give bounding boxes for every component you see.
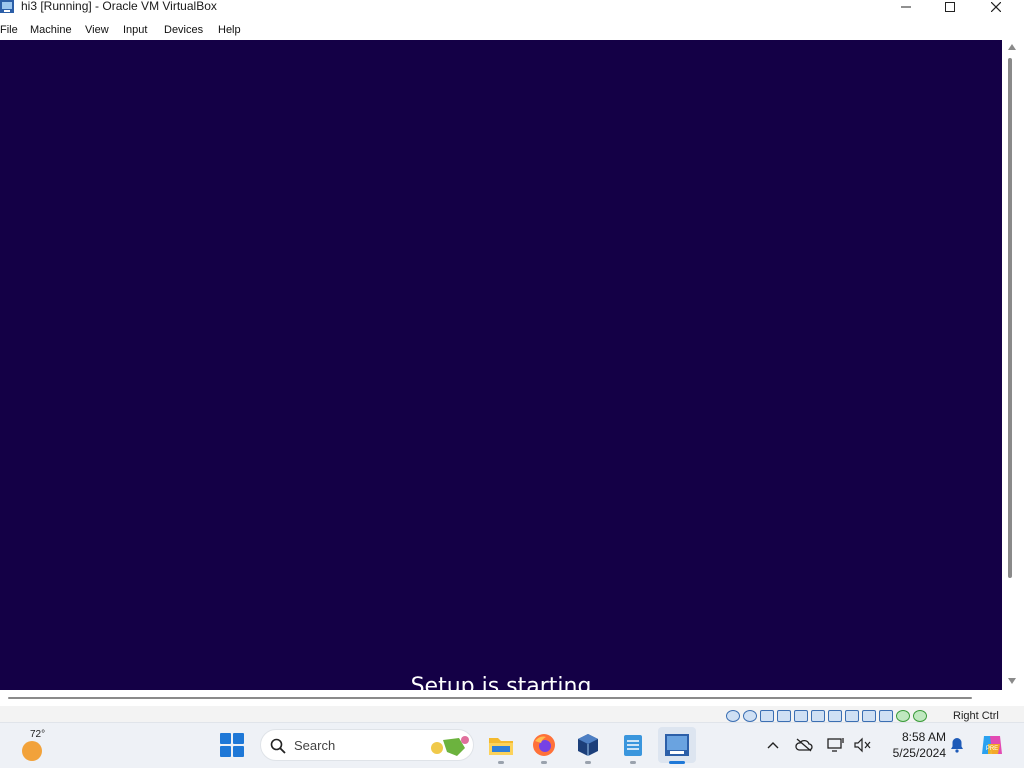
horizontal-scroll-thumb[interactable] xyxy=(8,697,972,699)
taskbar-search[interactable]: Search xyxy=(260,729,474,761)
firefox-app[interactable] xyxy=(530,731,558,759)
clock-date: 5/25/2024 xyxy=(892,746,946,760)
windows-logo-pane xyxy=(220,746,231,757)
bell-icon xyxy=(951,738,963,753)
search-placeholder: Search xyxy=(294,738,336,753)
search-icon xyxy=(270,738,286,754)
accessibility-tray[interactable] xyxy=(853,736,871,754)
title-bar: hi3 [Running] - Oracle VM VirtualBox xyxy=(0,0,1024,16)
video-capture-icon[interactable] xyxy=(845,710,859,722)
vm-display[interactable]: Setup is starting xyxy=(0,40,1002,690)
keyboard-capture-icon[interactable] xyxy=(913,710,927,722)
onedrive-tray[interactable] xyxy=(795,736,813,754)
close-icon xyxy=(991,2,1001,12)
status-icons xyxy=(726,710,927,722)
maximize-icon xyxy=(945,2,955,12)
weather-sun-icon xyxy=(22,741,42,761)
vm-state-icon[interactable] xyxy=(896,710,910,722)
scroll-up-arrow-icon[interactable] xyxy=(1008,44,1016,50)
cpu-icon[interactable] xyxy=(862,710,876,722)
virtualbox-manager-app[interactable] xyxy=(574,731,602,759)
start-button[interactable] xyxy=(220,733,244,757)
firefox-indicator xyxy=(541,761,547,764)
network-tray[interactable] xyxy=(827,736,845,754)
file-explorer-indicator xyxy=(498,761,504,764)
hard-disk-icon[interactable] xyxy=(726,710,740,722)
host-key-label: Right Ctrl xyxy=(953,710,999,722)
monitor-network-icon xyxy=(827,738,844,752)
file-explorer-app[interactable] xyxy=(487,731,515,759)
menu-machine[interactable]: Machine xyxy=(30,24,72,36)
horizontal-scrollbar[interactable] xyxy=(0,690,1002,706)
window-title: hi3 [Running] - Oracle VM VirtualBox xyxy=(21,0,217,13)
svg-text:PRE: PRE xyxy=(986,746,998,752)
vertical-scrollbar[interactable] xyxy=(1002,40,1020,690)
windows-logo-pane xyxy=(233,733,244,744)
chevron-up-icon xyxy=(767,742,779,749)
cloud-offline-icon xyxy=(795,738,813,752)
notepad-app[interactable] xyxy=(619,731,647,759)
shared-folders-icon[interactable] xyxy=(811,710,825,722)
clock-time: 8:58 AM xyxy=(901,730,946,744)
copilot-icon[interactable]: PRE xyxy=(980,734,1004,756)
weather-temperature: 72° xyxy=(30,729,46,740)
network-icon[interactable] xyxy=(794,710,808,722)
mouse-integration-icon[interactable] xyxy=(879,710,893,722)
folder-icon xyxy=(489,738,513,755)
menu-input[interactable]: Input xyxy=(123,24,147,36)
vm-window-app[interactable] xyxy=(658,727,696,763)
menu-devices[interactable]: Devices xyxy=(164,24,203,36)
notepad-icon xyxy=(624,735,642,756)
search-highlight-icon xyxy=(431,736,469,756)
virtualbox-indicator xyxy=(585,761,591,764)
virtualbox-app-icon xyxy=(0,0,14,13)
virtualbox-icon xyxy=(578,734,598,756)
vm-window-indicator xyxy=(669,761,685,764)
close-button[interactable] xyxy=(973,0,1019,14)
menu-help[interactable]: Help xyxy=(218,24,241,36)
maximize-button[interactable] xyxy=(927,0,973,14)
vertical-scroll-thumb[interactable] xyxy=(1008,58,1012,578)
windows-logo-icon xyxy=(220,733,231,744)
minimize-icon xyxy=(901,6,911,8)
minimize-button[interactable] xyxy=(883,0,929,14)
menu-view[interactable]: View xyxy=(85,24,109,36)
show-hidden-icons-button[interactable] xyxy=(764,736,782,754)
usb-icon[interactable] xyxy=(777,710,791,722)
floppy-icon[interactable] xyxy=(760,710,774,722)
setup-status-text: Setup is starting xyxy=(410,674,592,690)
volume-muted-icon xyxy=(854,737,871,753)
menu-bar: File Machine View Input Devices Help xyxy=(0,22,1024,40)
windows-logo-pane xyxy=(233,746,244,757)
display-icon[interactable] xyxy=(828,710,842,722)
vm-window-icon xyxy=(665,734,689,756)
notifications-button[interactable] xyxy=(948,736,966,754)
weather-widget[interactable]: 72° xyxy=(20,729,60,763)
notepad-indicator xyxy=(630,761,636,764)
optical-drive-icon[interactable] xyxy=(743,710,757,722)
menu-file[interactable]: File xyxy=(0,24,18,36)
taskbar: 72° Search 8:58 AM 5/25/2024 PRE xyxy=(0,722,1024,768)
vm-status-bar: Right Ctrl xyxy=(0,706,1024,722)
firefox-icon xyxy=(533,734,555,756)
system-clock[interactable]: 8:58 AM 5/25/2024 xyxy=(880,729,946,761)
scroll-down-arrow-icon[interactable] xyxy=(1008,678,1016,684)
